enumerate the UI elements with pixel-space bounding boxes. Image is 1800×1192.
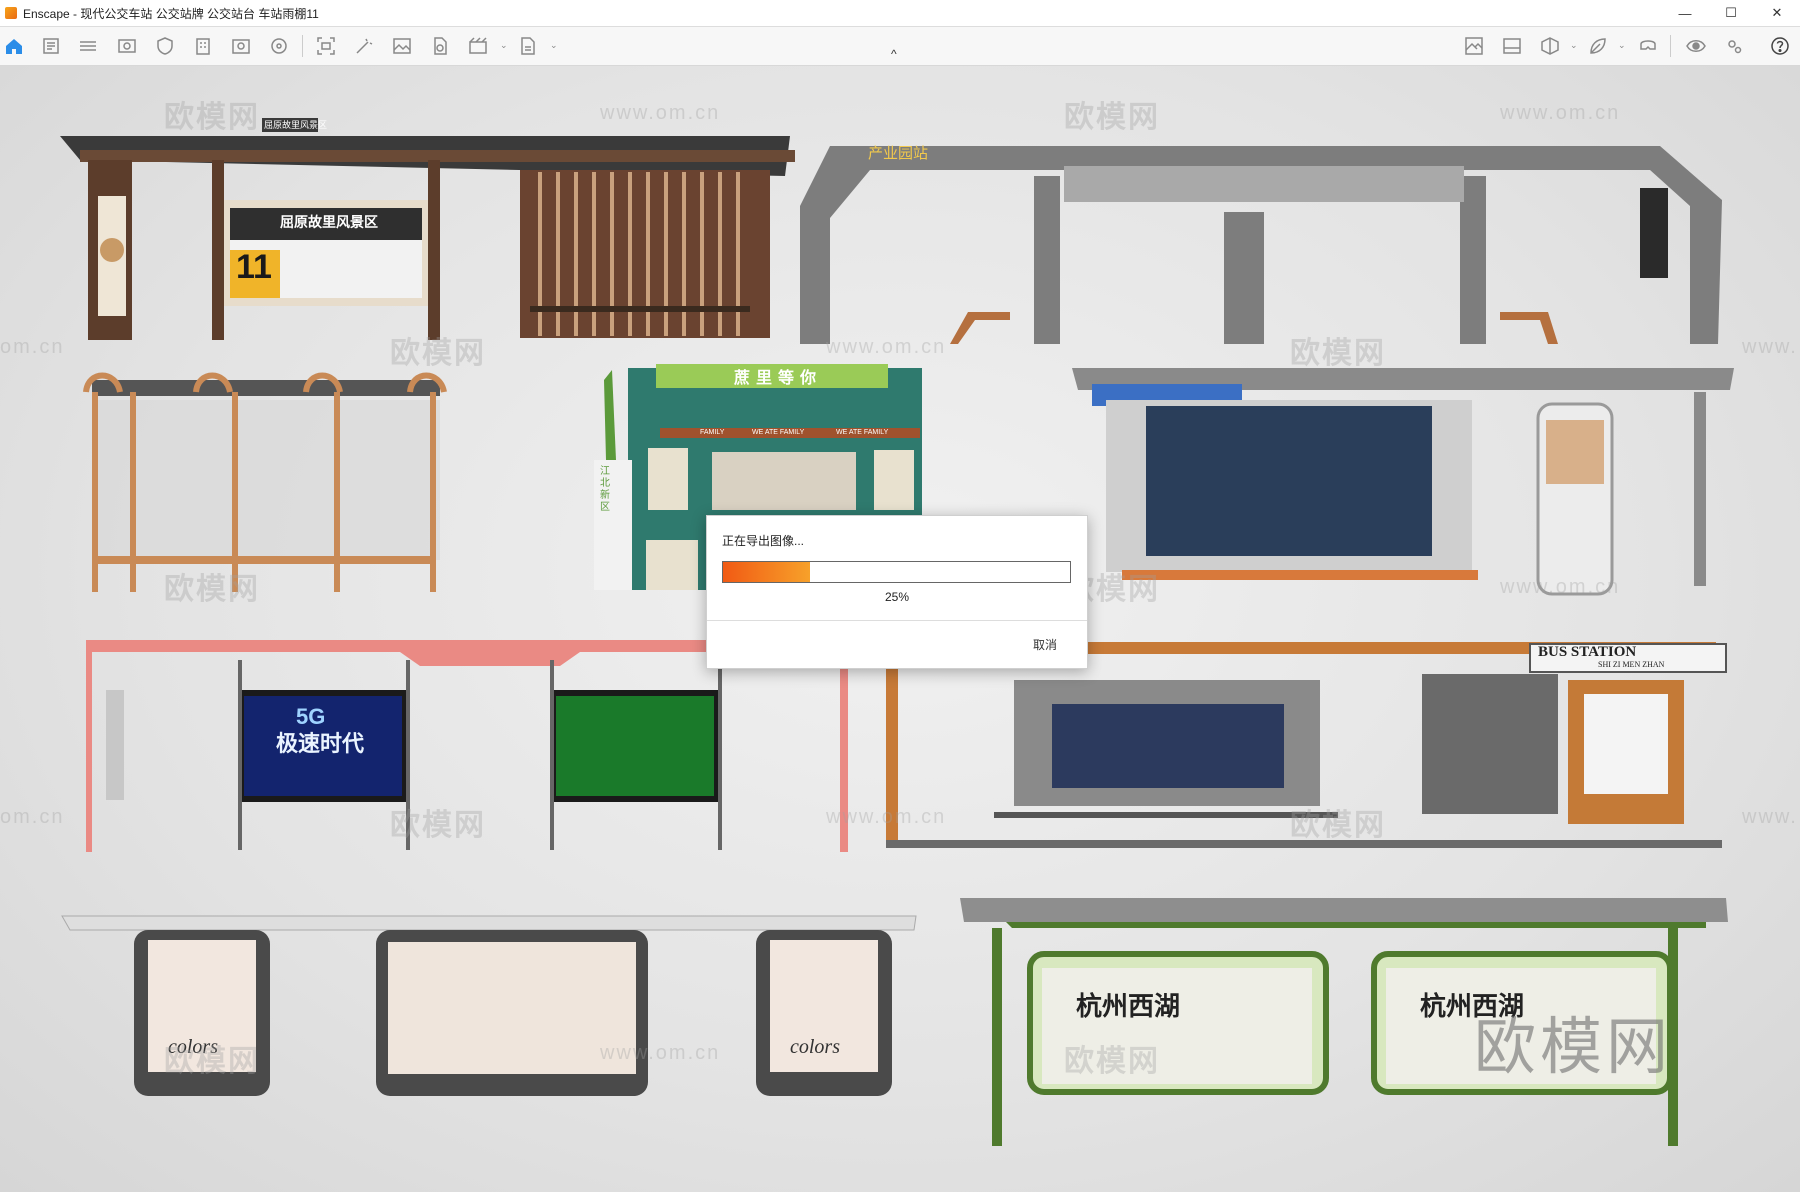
- export-progress-bar: [722, 561, 1071, 583]
- home-icon[interactable]: [2, 34, 26, 58]
- watermark: www.: [1742, 336, 1798, 358]
- kiosk-name: 蔗里等你: [734, 370, 823, 387]
- watermark: 欧模网: [164, 101, 260, 134]
- poster-westlake-left: 杭州西湖: [1076, 991, 1181, 1021]
- settings-icon[interactable]: [1722, 34, 1746, 58]
- shelter2-name: 产业园站: [868, 145, 929, 162]
- watermark: 欧模网: [164, 1045, 260, 1078]
- watermark: om.cn: [0, 806, 65, 828]
- watermark-large: 欧模网: [1474, 1013, 1673, 1082]
- kiosk-side-text: 江北新区: [600, 466, 610, 513]
- bus-station-subtitle: SHI ZI MEN ZHAN: [1598, 660, 1665, 669]
- building-icon[interactable]: [191, 34, 215, 58]
- shield-icon[interactable]: [153, 34, 177, 58]
- export-progress-dialog: 正在导出图像... 25% 取消: [706, 515, 1088, 669]
- watermark: www.om.cn: [1500, 102, 1621, 124]
- watermark: www.: [1742, 806, 1798, 828]
- landscape-icon[interactable]: [1500, 34, 1524, 58]
- visibility-icon[interactable]: [1684, 34, 1708, 58]
- kiosk-strip-3: WE ATE FAMILY: [836, 429, 889, 436]
- leaf-dropdown-icon[interactable]: ⌄: [1618, 39, 1626, 51]
- poster-5g-main: 极速时代: [276, 731, 365, 756]
- collapse-toolbar-icon[interactable]: ^: [891, 47, 897, 61]
- toolbar: ⌄ ⌄ ⌄ ⌄: [0, 27, 1800, 66]
- assets-icon[interactable]: [267, 34, 291, 58]
- progress-fill: [723, 562, 810, 582]
- export-icon[interactable]: [428, 34, 452, 58]
- cancel-button[interactable]: 取消: [1033, 636, 1057, 653]
- close-icon[interactable]: ✕: [1754, 0, 1800, 26]
- bus-shelter-city-screen: [1072, 368, 1734, 596]
- batch-dropdown-icon[interactable]: ⌄: [550, 39, 558, 51]
- bus-station-title: BUS STATION: [1538, 644, 1637, 660]
- minimize-icon[interactable]: —: [1662, 0, 1708, 26]
- watermark: 欧模网: [1064, 1045, 1160, 1078]
- image-icon[interactable]: [390, 34, 414, 58]
- dialog-divider: [707, 620, 1087, 621]
- bus-shelter-brown: [60, 118, 795, 340]
- kiosk-strip-1: FAMILY: [700, 429, 725, 436]
- library-icon[interactable]: [229, 34, 253, 58]
- window-title: Enscape - 现代公交车站 公交站牌 公交站台 车站雨棚11: [23, 6, 319, 21]
- watermark: 欧模网: [390, 337, 486, 370]
- watermark: www.om.cn: [600, 1042, 721, 1064]
- watermark: 欧模网: [164, 573, 260, 606]
- kiosk-strip-2: WE ATE FAMILY: [752, 429, 805, 436]
- watermark: www.om.cn: [1500, 576, 1621, 598]
- help-icon[interactable]: [1768, 34, 1792, 58]
- bus-shelter-orange: [83, 372, 447, 592]
- video-dropdown-icon[interactable]: ⌄: [500, 39, 508, 51]
- watermark: www.om.cn: [600, 102, 721, 124]
- enscape-logo-icon: [5, 7, 17, 19]
- batch-icon[interactable]: [516, 34, 540, 58]
- watermark: 欧模网: [1064, 101, 1160, 134]
- cube-icon[interactable]: [1538, 34, 1562, 58]
- vr-icon[interactable]: [1636, 34, 1660, 58]
- progress-percent: 25%: [884, 590, 910, 604]
- watermark: www.om.cn: [826, 336, 947, 358]
- watermark: 欧模网: [390, 809, 486, 842]
- title-bar: Enscape - 现代公交车站 公交站牌 公交站台 车站雨棚11 — ☐ ✕: [0, 0, 1800, 27]
- doc-icon[interactable]: [39, 34, 63, 58]
- maximize-icon[interactable]: ☐: [1708, 0, 1754, 26]
- material-icon[interactable]: [1462, 34, 1486, 58]
- watermark: www.om.cn: [826, 806, 947, 828]
- view-icon[interactable]: [115, 34, 139, 58]
- window-controls: — ☐ ✕: [1662, 0, 1800, 26]
- dialog-title: 正在导出图像...: [722, 534, 805, 548]
- bus-shelter-grey: [800, 146, 1722, 344]
- shelter1-top-sign: 屈原故里风景区: [264, 120, 328, 130]
- video-icon[interactable]: [466, 34, 490, 58]
- bim-icon[interactable]: [76, 34, 100, 58]
- leaf-icon[interactable]: [1586, 34, 1610, 58]
- cube-dropdown-icon[interactable]: ⌄: [1570, 39, 1578, 51]
- poster-colors-right: colors: [790, 1036, 840, 1058]
- shelter1-route-number: 11: [236, 248, 272, 286]
- watermark: om.cn: [0, 336, 65, 358]
- shelter1-name: 屈原故里风景区: [280, 214, 378, 230]
- capture-icon[interactable]: [314, 34, 338, 58]
- magic-icon[interactable]: [352, 34, 376, 58]
- watermark: 欧模网: [1290, 809, 1386, 842]
- watermark: 欧模网: [1290, 337, 1386, 370]
